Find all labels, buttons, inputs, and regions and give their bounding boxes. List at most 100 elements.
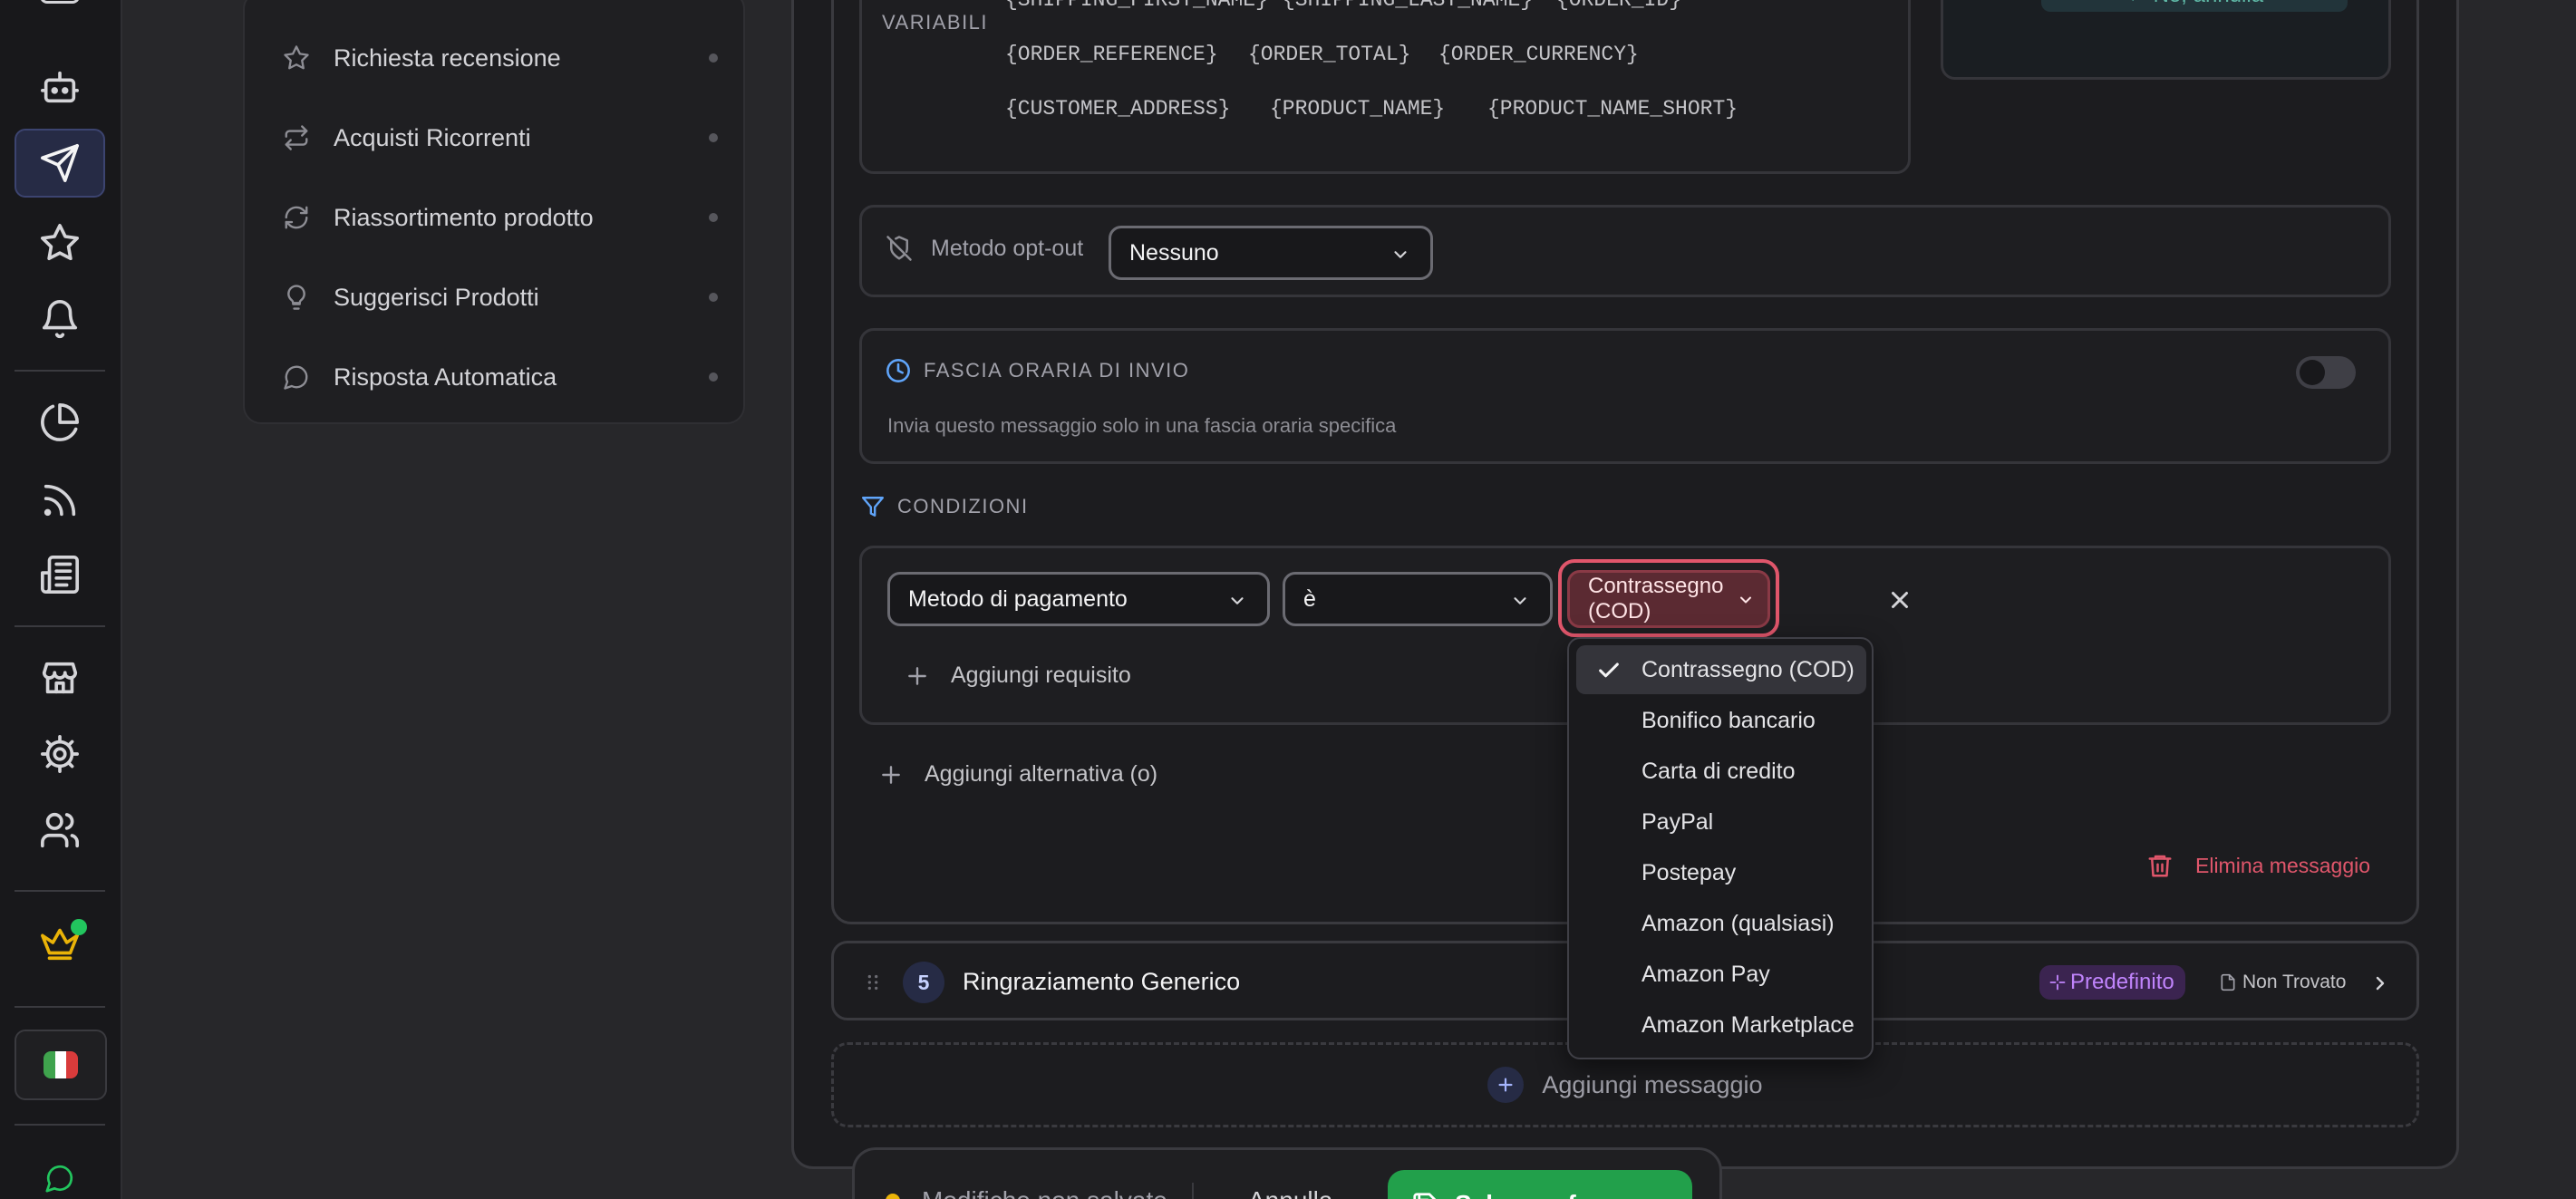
rail-divider	[15, 890, 105, 892]
rail-divider	[15, 370, 105, 372]
variable-chip[interactable]: {ORDER_REFERENCE}	[1005, 43, 1218, 66]
add-circle	[1487, 1067, 1525, 1103]
star-icon	[284, 45, 309, 70]
variable-chip[interactable]: {CUSTOMER_ADDRESS}	[1005, 97, 1230, 121]
sparkles-icon	[2049, 974, 2066, 991]
toggle-knob	[2300, 360, 2325, 385]
add-message-label: Aggiungi messaggio	[1542, 1070, 1763, 1098]
bot-icon[interactable]	[15, 53, 105, 121]
time-window-description: Invia questo messaggio solo in una fasci…	[887, 414, 1397, 437]
dropdown-option-bank-transfer[interactable]: Bonifico bancario	[1576, 696, 1866, 745]
rail-divider	[15, 1006, 105, 1008]
star-icon[interactable]	[15, 208, 105, 277]
optout-label: Metodo opt-out	[931, 235, 1084, 261]
chevron-down-icon	[1394, 251, 1407, 258]
time-window-toggle[interactable]	[2296, 356, 2356, 389]
cancel-button[interactable]: Annulla	[1248, 1186, 1332, 1199]
condition-operator-select[interactable]: è	[1283, 572, 1553, 626]
add-alternative-label: Aggiungi alternativa (o)	[925, 761, 1158, 787]
option-label: Amazon Pay	[1641, 961, 1770, 987]
italy-flag-icon	[44, 1051, 78, 1078]
unsaved-label: Modifiche non salvate	[922, 1186, 1167, 1199]
variable-chip[interactable]: {ORDER_CURRENCY}	[1438, 43, 1639, 66]
clock-icon	[886, 359, 910, 382]
variable-chip[interactable]: {ORDER_ID}	[1556, 0, 1681, 12]
plus-icon	[1498, 1078, 1513, 1092]
rss-icon[interactable]	[15, 466, 105, 535]
chevron-down-icon	[1740, 596, 1751, 604]
filter-icon	[861, 497, 885, 517]
dropdown-option-credit-card[interactable]: Carta di credito	[1576, 747, 1866, 796]
language-flag-button[interactable]	[15, 1030, 107, 1100]
variables-label: VARIABILI	[882, 11, 989, 34]
message-type-menu: Richiesta recensione Acquisti Ricorrenti…	[243, 0, 745, 424]
dropdown-option-amazon-any[interactable]: Amazon (qualsiasi)	[1576, 899, 1866, 948]
save-preferences-button[interactable]: Salva preferenze	[1388, 1170, 1692, 1199]
subnav-item-auto-reply[interactable]: Risposta Automatica	[283, 350, 718, 404]
users-icon[interactable]	[15, 796, 105, 865]
option-label: Contrassegno (COD)	[1641, 656, 1855, 682]
check-icon	[1599, 662, 1619, 678]
dropdown-option-amazon-marketplace[interactable]: Amazon Marketplace	[1576, 1001, 1866, 1049]
unsaved-changes-bar: Modifiche non salvate Annulla Salva pref…	[852, 1147, 1722, 1199]
drag-handle-icon[interactable]	[863, 971, 883, 994]
subnav-item-label: Riassortimento prodotto	[334, 203, 594, 231]
refresh-icon	[285, 206, 308, 229]
add-alternative-button[interactable]: Aggiungi alternativa (o)	[879, 761, 1157, 788]
status-badge: Non Trovato	[2219, 972, 2346, 993]
rail-divider	[15, 1124, 105, 1126]
send-icon[interactable]	[15, 129, 105, 198]
rail-divider	[15, 625, 105, 627]
condition-operator-value: è	[1303, 585, 1316, 612]
chevron-right-icon[interactable]	[2369, 972, 2391, 994]
remove-condition-icon[interactable]	[1886, 586, 1913, 614]
dropdown-option-postepay[interactable]: Postepay	[1576, 848, 1866, 897]
option-label: Postepay	[1641, 859, 1737, 885]
subnav-item-review-request[interactable]: Richiesta recensione	[283, 31, 718, 85]
unsaved-dot	[886, 1194, 900, 1199]
subnav-item-recurring-purchases[interactable]: Acquisti Ricorrenti	[283, 111, 718, 165]
crown-icon[interactable]	[15, 908, 105, 977]
repeat-icon	[285, 125, 308, 150]
message-icon[interactable]	[15, 1144, 105, 1199]
variable-chip[interactable]: {ORDER_TOTAL}	[1248, 43, 1410, 66]
menu-icon[interactable]	[40, 0, 80, 4]
delete-message-button[interactable]: Elimina messaggio	[2146, 852, 2370, 879]
newspaper-icon[interactable]	[15, 540, 105, 609]
settings-icon[interactable]	[15, 720, 105, 788]
lightbulb-icon	[287, 285, 305, 310]
option-label: Carta di credito	[1641, 758, 1796, 784]
optout-value: Nessuno	[1129, 239, 1219, 266]
bell-icon[interactable]	[15, 285, 105, 353]
subnav-item-suggest-products[interactable]: Suggerisci Prodotti	[283, 270, 718, 324]
variable-chip[interactable]: {PRODUCT_NAME_SHORT}	[1487, 97, 1738, 121]
plus-icon	[882, 765, 900, 784]
store-icon[interactable]	[15, 643, 105, 712]
status-dot	[709, 53, 718, 63]
optout-select[interactable]: Nessuno	[1109, 226, 1433, 280]
add-requirement-button[interactable]: Aggiungi requisito	[905, 662, 1131, 689]
variable-chip[interactable]: {SHIPPING_FIRST_NAME}	[1005, 0, 1268, 12]
condition-value-select[interactable]: Contrassegno (COD)	[1567, 570, 1770, 628]
conditions-title: CONDIZIONI	[897, 495, 1029, 517]
chevron-down-icon	[1231, 597, 1244, 604]
variables-box: VARIABILI {SHIPPING_FIRST_NAME} {SHIPPIN…	[859, 0, 1911, 174]
variable-chip[interactable]: {SHIPPING_LAST_NAME}	[1283, 0, 1533, 12]
trash-icon	[2148, 855, 2172, 877]
condition-field-select[interactable]: Metodo di pagamento	[887, 572, 1270, 626]
cancel-reply-button[interactable]: ← No, annulla	[2041, 0, 2348, 12]
default-badge-label: Predefinito	[2070, 970, 2174, 994]
subnav-item-restock[interactable]: Riassortimento prodotto	[283, 190, 718, 245]
status-dot	[709, 372, 718, 382]
option-label: Bonifico bancario	[1641, 707, 1816, 733]
online-dot	[71, 919, 87, 935]
dropdown-option-paypal[interactable]: PayPal	[1576, 798, 1866, 846]
delete-message-label: Elimina messaggio	[2195, 853, 2371, 877]
dropdown-option-cod[interactable]: Contrassegno (COD)	[1576, 645, 1866, 694]
subnav-item-label: Suggerisci Prodotti	[334, 283, 539, 311]
dropdown-option-amazon-pay[interactable]: Amazon Pay	[1576, 950, 1866, 999]
plus-icon	[908, 666, 926, 685]
pie-chart-icon[interactable]	[15, 388, 105, 457]
variable-chip[interactable]: {PRODUCT_NAME}	[1270, 97, 1445, 121]
option-label: PayPal	[1641, 808, 1714, 835]
